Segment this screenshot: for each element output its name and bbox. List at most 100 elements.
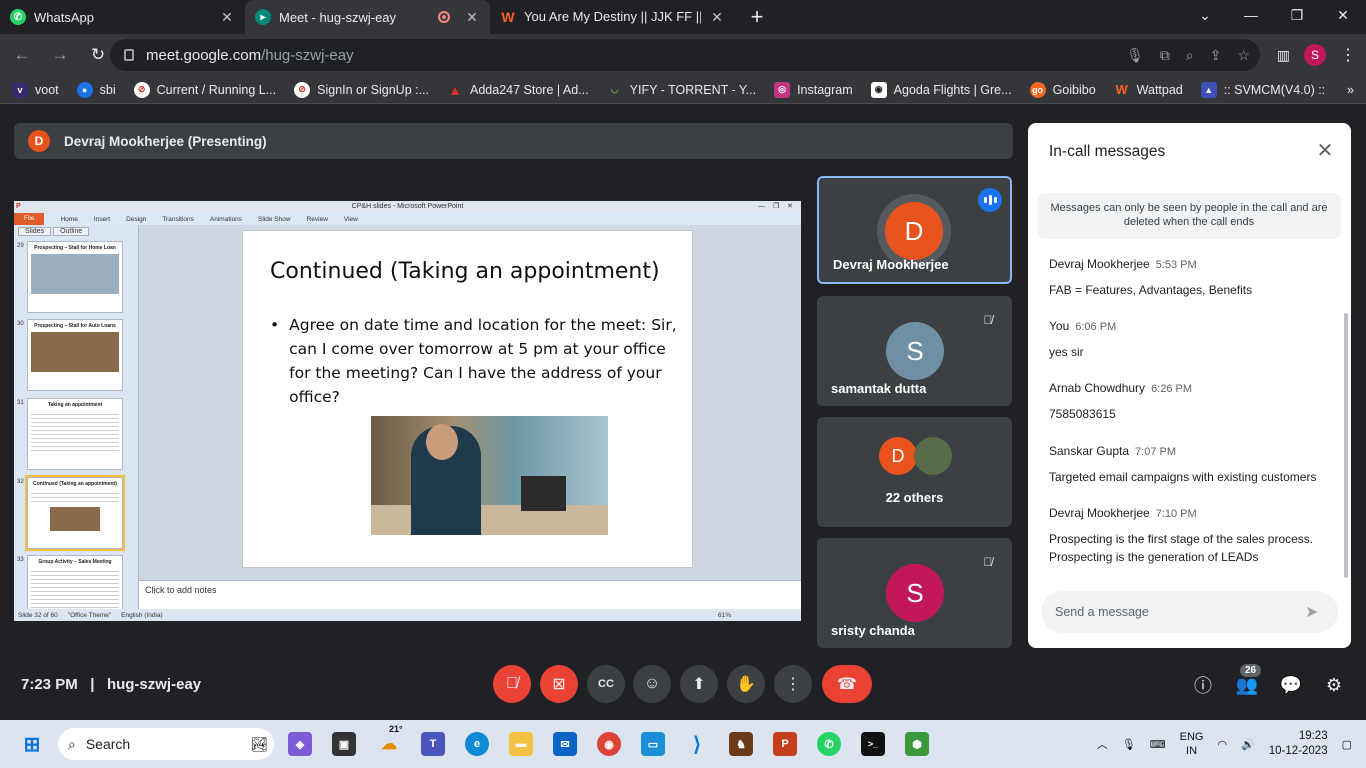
meeting-details-icon[interactable]: ⓘ [1190, 672, 1216, 698]
language-indicator[interactable]: ENG IN [1180, 730, 1204, 758]
whatsapp-icon[interactable]: ✆ [817, 732, 841, 756]
bookmark-label: Current / Running L... [156, 82, 277, 97]
taskbar-search[interactable]: ⌕ Search 🏞 [58, 728, 274, 760]
more-options-button[interactable]: ⋮ [774, 665, 812, 703]
chat-message: You 6:06 PM yes sir [1049, 317, 1339, 361]
edge-icon[interactable]: e [465, 732, 489, 756]
minimize-button[interactable]: — [1228, 0, 1274, 30]
thumb-photo [31, 254, 119, 294]
taskbar-clock[interactable]: 19:23 10-12-2023 [1269, 729, 1328, 759]
panel-tab-slides: Slides [18, 227, 52, 236]
chat-scrollbar[interactable] [1344, 313, 1348, 578]
weather-icon[interactable]: ☁ 21° [377, 724, 403, 756]
tab-meet[interactable]: ▸ Meet - hug-szwj-eay ✕ [245, 0, 490, 34]
message-input[interactable]: Send a message [1041, 591, 1338, 633]
bookmark-svmcm[interactable]: ▲:: SVMCM(V4.0) :: [1200, 81, 1325, 98]
remote-desktop-icon[interactable]: ▭ [641, 732, 665, 756]
chat-icon[interactable]: 💬 [1278, 672, 1304, 698]
close-tab-icon[interactable]: ✕ [219, 9, 235, 26]
bookmark-label: SignIn or SignUp :... [317, 82, 430, 97]
share-icon[interactable]: ⇪ [1210, 47, 1222, 64]
participant-tile-samantak[interactable]: 🎙̸ S samantak dutta [817, 296, 1012, 406]
bookmark-agoda[interactable]: ◉ Agoda Flights | Gre... [870, 81, 1012, 98]
bookmark-goibibo[interactable]: go Goibibo [1029, 81, 1096, 98]
vscode-icon[interactable]: ⟩ [685, 732, 709, 756]
agoda-icon: ◉ [870, 81, 887, 98]
search-icon: ⌕ [68, 735, 76, 752]
wattpad-icon: W [501, 9, 515, 25]
participant-tile-others[interactable]: D 22 others [817, 417, 1012, 527]
chrome-icon[interactable]: ◉ [597, 732, 621, 756]
people-icon[interactable]: 👥 26 [1234, 664, 1262, 698]
tray-overflow-icon[interactable]: ︿ [1097, 736, 1108, 752]
lock-icon[interactable] [124, 49, 134, 61]
activities-icon[interactable]: ⚙ [1321, 672, 1347, 698]
game-icon[interactable]: ♞ [729, 732, 753, 756]
app-cube-icon[interactable]: ⬢ [905, 732, 929, 756]
bookmark-signin[interactable]: ⊘ SignIn or SignUp :... [294, 81, 430, 98]
close-tab-icon[interactable]: ✕ [464, 9, 480, 26]
status-theme: "Office Theme" [67, 611, 112, 619]
file-explorer-icon[interactable]: ▬ [509, 732, 533, 756]
mic-off-icon: 🎙̸ [983, 555, 993, 569]
terminal-icon[interactable]: >_ [861, 732, 885, 756]
bookmark-wattpad[interactable]: W Wattpad [1114, 82, 1183, 98]
slide-title: Continued (Taking an appointment) [270, 259, 660, 284]
forward-button[interactable]: → [44, 39, 76, 71]
restore-button[interactable]: ❐ [1274, 0, 1320, 30]
participant-tile-sristy[interactable]: 🎙̸ S sristy chanda [817, 538, 1012, 648]
side-panel-icon[interactable]: ▥ [1277, 47, 1290, 64]
raise-hand-button[interactable]: ✋ [727, 665, 765, 703]
wifi-icon[interactable]: ◠ [1217, 738, 1227, 751]
thumb-text-lines [31, 490, 119, 504]
recording-icon [438, 11, 450, 23]
bookmark-yify[interactable]: ◡ YIFY - TORRENT - Y... [607, 82, 756, 98]
bookmark-current[interactable]: ⊘ Current / Running L... [133, 81, 277, 98]
powerpoint-icon[interactable]: P [773, 732, 797, 756]
tab-wattpad[interactable]: W You Are My Destiny || JJK FF || ✓ ✕ [490, 0, 735, 34]
leave-call-button[interactable]: ☎ [822, 665, 872, 703]
zoom-icon[interactable]: ⌕ [1186, 47, 1194, 64]
participant-tile-devraj[interactable]: D Devraj Mookherjee [817, 176, 1012, 284]
new-tab-button[interactable]: + [743, 3, 771, 31]
camera-off-button[interactable]: ⊠ [540, 665, 578, 703]
send-icon[interactable]: ➤ [1305, 602, 1325, 622]
captions-button[interactable]: CC [587, 665, 625, 703]
task-view-icon[interactable]: ▣ [332, 732, 356, 756]
bookmark-star-icon[interactable]: ☆ [1237, 47, 1250, 64]
volume-icon[interactable]: 🔊 [1241, 738, 1255, 751]
more-bookmarks-icon[interactable]: » [1347, 83, 1354, 97]
copilot-icon[interactable]: ◈ [288, 732, 312, 756]
bookmark-adda247[interactable]: ▲ Adda247 Store | Ad... [447, 82, 589, 98]
bookmark-voot[interactable]: v voot [12, 81, 59, 98]
close-panel-button[interactable]: ✕ [1313, 139, 1337, 163]
close-tab-icon[interactable]: ✕ [709, 9, 725, 26]
profile-avatar[interactable]: S [1304, 44, 1326, 66]
close-window-button[interactable]: ✕ [1320, 0, 1366, 30]
microphone-icon[interactable]: 🎙 [1126, 47, 1144, 64]
tab-search-icon[interactable]: ⌄ [1182, 0, 1228, 30]
windows-start-icon[interactable]: ⊞ [20, 732, 44, 756]
open-in-app-icon[interactable]: ⧉ [1160, 47, 1170, 64]
microphone-icon[interactable]: 🎙 [1122, 738, 1136, 751]
tab-whatsapp[interactable]: ✆ WhatsApp ✕ [0, 0, 245, 34]
notifications-icon[interactable]: ▢ [1342, 738, 1352, 751]
bookmark-instagram[interactable]: ◎ Instagram [774, 81, 853, 98]
mic-off-button[interactable]: 🎙̸ [493, 665, 531, 703]
menu-icon[interactable]: ⋮ [1340, 45, 1356, 65]
url-host: meet.google.com [146, 46, 262, 64]
ppt-statusbar: Slide 32 of 60 "Office Theme" English (I… [14, 609, 801, 621]
notes-pane: Click to add notes [139, 580, 801, 609]
teams-icon[interactable]: T [421, 732, 445, 756]
bookmark-sbi[interactable]: ● sbi [76, 81, 116, 98]
message-sender: Devraj Mookherjee [1049, 257, 1150, 271]
keyboard-icon[interactable]: ⌨ [1150, 738, 1166, 751]
clock-time: 19:23 [1298, 730, 1328, 742]
emoji-button[interactable]: ☺ [633, 665, 671, 703]
ppt-tab-home: Home [60, 215, 78, 223]
back-button[interactable]: ← [6, 39, 38, 71]
mail-icon[interactable]: ✉ [553, 732, 577, 756]
address-bar[interactable]: meet.google.com/hug-szwj-eay 🎙 ⧉ ⌕ ⇪ ☆ [110, 39, 1260, 71]
slide-photo [371, 416, 608, 535]
present-screen-button[interactable]: ⬆ [680, 665, 718, 703]
